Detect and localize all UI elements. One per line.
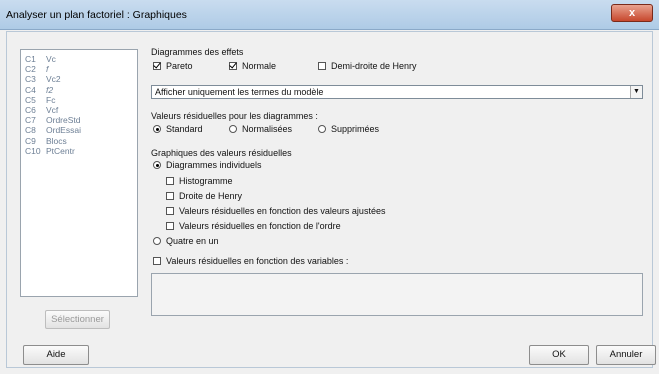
radio-icon — [229, 125, 237, 133]
list-item[interactable]: C9 Blocs — [25, 136, 137, 146]
title-bar: Analyser un plan factoriel : Graphiques … — [0, 0, 659, 30]
cancel-button[interactable]: Annuler — [596, 345, 656, 365]
radio-icon — [318, 125, 326, 133]
checkbox-checked-icon — [153, 62, 161, 70]
checkbox-icon — [153, 257, 161, 265]
radio-checked-icon — [153, 125, 161, 133]
list-item[interactable]: C8 OrdEssai — [25, 125, 137, 135]
list-item[interactable]: C3 Vc2 — [25, 74, 137, 84]
residual-plots-heading: Graphiques des valeurs résiduelles — [151, 148, 292, 158]
individual-plots-radio[interactable]: Diagrammes individuels — [153, 160, 262, 170]
checkbox-icon — [166, 207, 174, 215]
checkbox-icon — [166, 222, 174, 230]
checkbox-icon — [318, 62, 326, 70]
close-button[interactable]: x — [611, 4, 653, 22]
variables-input[interactable] — [151, 273, 643, 316]
select-button[interactable]: Sélectionner — [45, 310, 110, 329]
ok-button[interactable]: OK — [529, 345, 589, 365]
list-item[interactable]: C6 Vcf — [25, 105, 137, 115]
terms-select-value: Afficher uniquement les termes du modèle — [155, 87, 324, 97]
normale-checkbox[interactable]: Normale — [229, 61, 276, 71]
standard-radio[interactable]: Standard — [153, 124, 203, 134]
checkbox-icon — [166, 192, 174, 200]
list-item[interactable]: C4 f2 — [25, 85, 137, 95]
list-item[interactable]: C10 PtCentr — [25, 146, 137, 156]
effects-heading: Diagrammes des effets — [151, 47, 244, 57]
henry-line-checkbox[interactable]: Droite de Henry — [166, 191, 242, 201]
list-item[interactable]: C7 OrdreStd — [25, 115, 137, 125]
window-title: Analyser un plan factoriel : Graphiques — [6, 9, 187, 21]
help-button[interactable]: Aide — [23, 345, 89, 365]
radio-checked-icon — [153, 161, 161, 169]
checkbox-icon — [166, 177, 174, 185]
chevron-down-icon[interactable]: ▼ — [630, 86, 642, 98]
terms-select[interactable]: Afficher uniquement les termes du modèle… — [151, 85, 643, 99]
list-item[interactable]: C1 Vc — [25, 54, 137, 64]
vs-fitted-checkbox[interactable]: Valeurs résiduelles en fonction des vale… — [166, 206, 385, 216]
checkbox-checked-icon — [229, 62, 237, 70]
residuals-type-heading: Valeurs résiduelles pour les diagrammes … — [151, 111, 318, 121]
demi-droite-checkbox[interactable]: Demi-droite de Henry — [318, 61, 417, 71]
pareto-checkbox[interactable]: Pareto — [153, 61, 193, 71]
list-item[interactable]: C2 f — [25, 64, 137, 74]
histogram-checkbox[interactable]: Histogramme — [166, 176, 233, 186]
vs-variables-checkbox[interactable]: Valeurs résiduelles en fonction des vari… — [153, 256, 348, 266]
variable-list[interactable]: C1 Vc C2 f C3 Vc2 C4 f2 C5 Fc C6 Vcf C7 OrdreSt… — [20, 49, 138, 297]
list-item[interactable]: C5 Fc — [25, 95, 137, 105]
normalisees-radio[interactable]: Normalisées — [229, 124, 292, 134]
radio-icon — [153, 237, 161, 245]
four-in-one-radio[interactable]: Quatre en un — [153, 236, 219, 246]
supprimees-radio[interactable]: Supprimées — [318, 124, 379, 134]
vs-order-checkbox[interactable]: Valeurs résiduelles en fonction de l'ord… — [166, 221, 341, 231]
